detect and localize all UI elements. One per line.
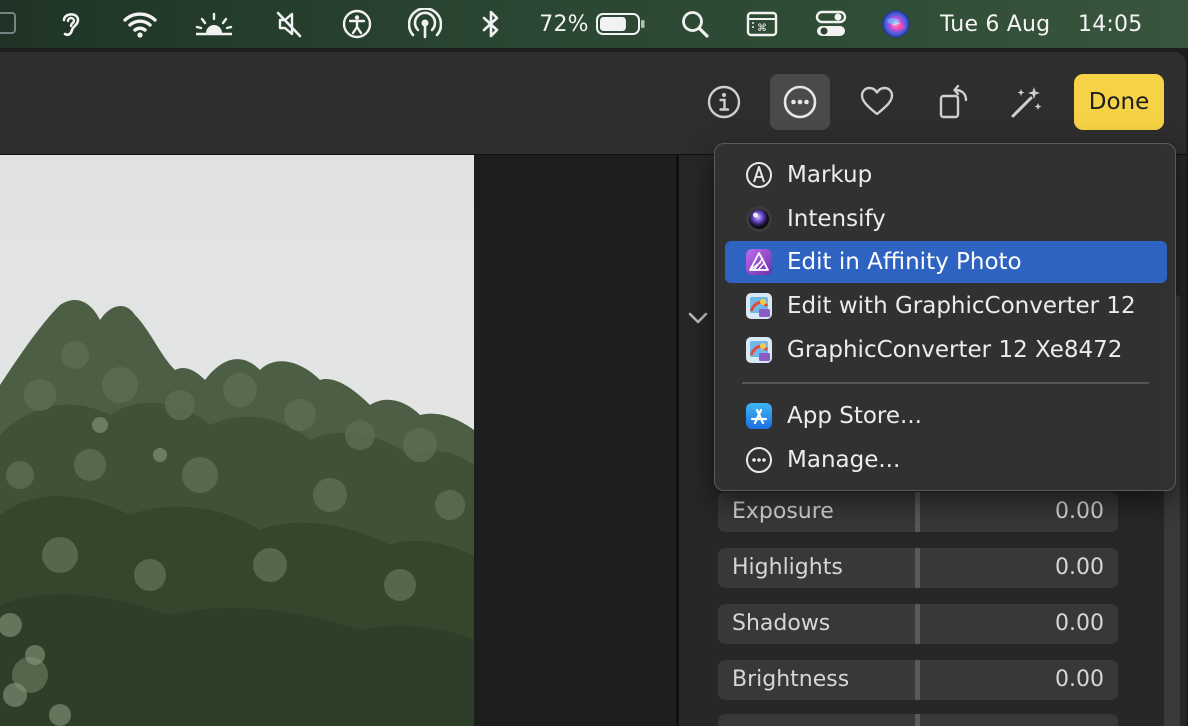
- search-icon[interactable]: [678, 6, 712, 42]
- graphicconverter-icon: [745, 336, 773, 364]
- markup-pen-icon: [745, 161, 773, 189]
- auto-enhance-button[interactable]: [996, 74, 1056, 130]
- menu-item-label: Manage...: [787, 447, 901, 473]
- adjustment-row-shadows[interactable]: Shadows 0.00: [718, 604, 1118, 644]
- info-icon: [707, 85, 741, 119]
- adjustment-value: 0.00: [1055, 555, 1104, 580]
- affinity-photo-icon: [745, 248, 773, 276]
- siri-icon[interactable]: [878, 6, 914, 42]
- menu-item-edit-with-graphicconverter[interactable]: Edit with GraphicConverter 12: [725, 285, 1167, 327]
- menu-item-markup[interactable]: Markup: [725, 154, 1167, 196]
- adjustment-slider-handle[interactable]: [915, 548, 920, 588]
- menu-item-edit-in-affinity-photo[interactable]: Edit in Affinity Photo: [725, 241, 1167, 283]
- adjustment-label: Brightness: [732, 667, 850, 692]
- svg-text:⌘: ⌘: [757, 23, 767, 34]
- menu-item-label: Intensify: [787, 206, 886, 232]
- adjustment-slider-handle[interactable]: [915, 604, 920, 644]
- keyboard-viewer-icon[interactable]: ⌘: [744, 6, 780, 42]
- menu-item-label: Edit in Affinity Photo: [787, 249, 1022, 275]
- app-store-icon: [745, 402, 773, 430]
- menu-item-manage[interactable]: Manage...: [725, 439, 1167, 481]
- menu-bar-time[interactable]: 14:05: [1078, 6, 1154, 42]
- adjustment-value: 0.00: [1055, 499, 1104, 524]
- tree-photo-image: [0, 155, 474, 726]
- adjustment-label: Highlights: [732, 555, 843, 580]
- menu-item-label: App Store...: [787, 403, 922, 429]
- accessibility-icon[interactable]: [340, 6, 374, 42]
- battery-icon[interactable]: [594, 6, 648, 42]
- more-options-button[interactable]: [770, 74, 830, 130]
- canvas-margin: [474, 155, 676, 726]
- menu-bar: 72% ⌘ Tue 6 Aug 14:05: [0, 0, 1188, 48]
- adjustment-row-brightness[interactable]: Brightness 0.00: [718, 660, 1118, 700]
- menu-separator: [742, 382, 1149, 384]
- menu-bar-edge-icon[interactable]: [0, 12, 16, 34]
- muted-speaker-icon[interactable]: [272, 6, 306, 42]
- graphicconverter-icon: [745, 292, 773, 320]
- adjustment-label: Shadows: [732, 611, 831, 636]
- favorite-heart-icon: [860, 86, 894, 116]
- hearing-icon[interactable]: [54, 6, 88, 42]
- wifi-icon[interactable]: [120, 6, 160, 42]
- menu-item-graphicconverter-xe8472[interactable]: GraphicConverter 12 Xe8472: [725, 329, 1167, 371]
- menu-item-label: Edit with GraphicConverter 12: [787, 293, 1136, 319]
- chevron-down-icon[interactable]: [686, 309, 710, 331]
- edit-toolbar: Done: [0, 52, 1186, 155]
- favorite-button[interactable]: [847, 74, 907, 130]
- menu-item-intensify[interactable]: Intensify: [725, 198, 1167, 240]
- photos-edit-screen: 72% ⌘ Tue 6 Aug 14:05 Done Exposure 0.00…: [0, 0, 1188, 726]
- adjustment-row-highlights[interactable]: Highlights 0.00: [718, 548, 1118, 588]
- more-circle-icon: [745, 446, 773, 474]
- adjustment-slider-handle[interactable]: [915, 660, 920, 700]
- adjustment-row-partial[interactable]: [718, 714, 1118, 726]
- menu-item-label: GraphicConverter 12 Xe8472: [787, 337, 1123, 363]
- battery-percent: 72%: [539, 11, 589, 37]
- rotate-button[interactable]: [925, 74, 985, 130]
- extensions-menu: Markup Intensify Edit in Affinity Photo …: [714, 143, 1176, 491]
- menu-item-label: Markup: [787, 162, 873, 188]
- adjustment-value: 0.00: [1055, 611, 1104, 636]
- airdrop-icon[interactable]: [406, 6, 444, 42]
- adjustment-row-exposure[interactable]: Exposure 0.00: [718, 492, 1118, 532]
- intensify-app-icon: [745, 205, 773, 233]
- adjustment-value: 0.00: [1055, 667, 1104, 692]
- auto-enhance-icon: [1011, 87, 1042, 118]
- adjustment-slider-handle[interactable]: [915, 492, 920, 532]
- rotate-icon: [939, 84, 968, 119]
- info-button[interactable]: [694, 74, 754, 130]
- display-brightness-icon[interactable]: [192, 6, 236, 42]
- bluetooth-icon[interactable]: [476, 6, 506, 42]
- adjustment-label: Exposure: [732, 499, 834, 524]
- more-options-icon: [783, 85, 817, 119]
- menu-bar-date[interactable]: Tue 6 Aug: [940, 6, 1068, 42]
- photo-canvas[interactable]: [0, 155, 474, 726]
- done-button[interactable]: Done: [1074, 74, 1164, 130]
- adjustment-slider-handle[interactable]: [915, 714, 920, 726]
- control-center-icon[interactable]: [812, 6, 850, 42]
- menu-item-app-store[interactable]: App Store...: [725, 395, 1167, 437]
